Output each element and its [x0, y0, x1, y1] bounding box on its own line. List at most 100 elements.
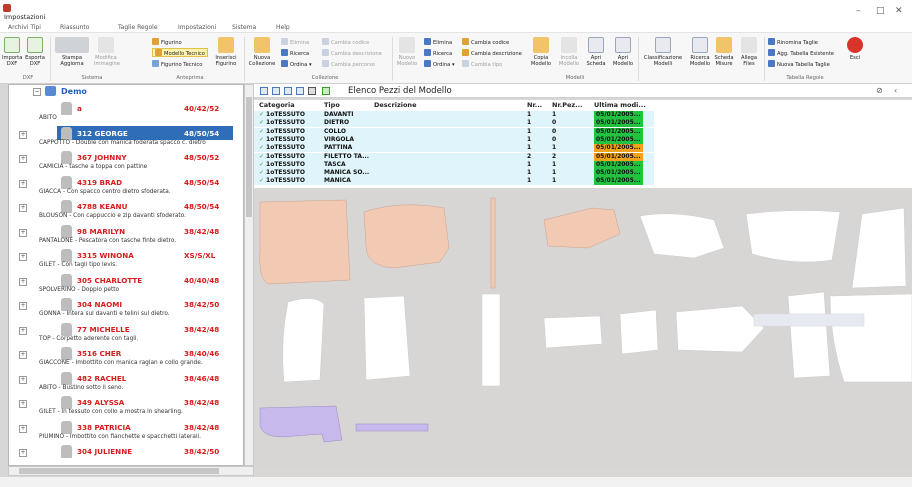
open-sheet-button[interactable]: Apri Scheda	[585, 37, 607, 67]
list-icon[interactable]	[284, 87, 292, 95]
column-header[interactable]: Tipo	[324, 101, 340, 109]
scroll-thumb[interactable]	[19, 468, 219, 474]
paste-model-button[interactable]: Incolla Modello	[556, 37, 582, 67]
column-header[interactable]: Ultima modi...	[594, 101, 646, 109]
change-collection-code-button[interactable]: Cambia codice	[322, 38, 369, 47]
collapse-toggle[interactable]: −	[33, 88, 41, 96]
table-row[interactable]: ✓ 1oTESSUTO DAVANTI 1 1 05/01/2005...	[254, 111, 654, 119]
maximize-button[interactable]: □	[876, 6, 885, 16]
model-tree[interactable]: − Demo a 40/42/52 ABITO +312 GEORGE 48/50/54…	[8, 84, 244, 466]
expand-toggle[interactable]: +	[19, 253, 27, 261]
modello-tecnico-button[interactable]: Modello Tecnico	[152, 48, 208, 57]
tree-item[interactable]: a 40/42/52 ABITO	[9, 101, 243, 124]
table-row[interactable]: ✓ 1oTESSUTO DIETRO 1 0 05/01/2005...	[254, 119, 654, 128]
figurino-tecnico-button[interactable]: Figurino Tecnico	[152, 60, 202, 69]
change-type-button[interactable]: Cambia tipo	[462, 60, 502, 69]
export-dxf-button[interactable]: Esporta DXF	[24, 37, 46, 67]
minimize-button[interactable]: –	[856, 6, 861, 16]
figurino-button[interactable]: Figurino	[152, 38, 182, 47]
expand-toggle[interactable]: +	[19, 130, 27, 139]
close-window-button[interactable]: ✕	[895, 6, 903, 16]
delete-model-button[interactable]: Elimina	[424, 38, 452, 47]
delete-collection-button[interactable]: Elimina	[281, 38, 309, 47]
new-collection-button[interactable]: Nuova Collezione	[247, 37, 277, 67]
table-icon[interactable]	[296, 87, 304, 95]
table-row[interactable]: ✓ 1oTESSUTO MANICA SO... 1 1 05/01/2005...	[254, 169, 654, 178]
expand-toggle[interactable]: +	[19, 179, 27, 188]
expand-toggle[interactable]: +	[19, 375, 27, 384]
modify-image-button[interactable]: Modifica Immagine	[94, 37, 120, 67]
tab-archivi[interactable]: Archivi Tipi	[8, 24, 41, 32]
export-icon[interactable]	[322, 87, 330, 95]
print-icon[interactable]	[308, 87, 316, 95]
search-collection-button[interactable]: Ricerca	[281, 49, 309, 58]
tab-impostazioni[interactable]: Impostazioni	[178, 24, 216, 32]
column-header[interactable]: Nr...	[527, 101, 542, 109]
expand-toggle[interactable]: +	[19, 302, 27, 310]
more-icon[interactable]: ‹	[894, 86, 897, 95]
change-collection-desc-button[interactable]: Cambia descrizione	[322, 49, 382, 58]
import-dxf-button[interactable]: Importa DXF	[2, 37, 22, 67]
expand-toggle[interactable]: +	[19, 326, 27, 335]
tree-item[interactable]: +4319 BRAD 48/50/54 GIACCA - Con spacco ce…	[9, 175, 243, 198]
expand-toggle[interactable]: +	[19, 277, 27, 286]
open-model-button[interactable]: Apri Modello	[612, 37, 634, 67]
change-model-desc-button[interactable]: Cambia descrizione	[462, 49, 522, 58]
column-header[interactable]: Descrizione	[374, 101, 416, 109]
copy-model-button[interactable]: Copia Modello	[528, 37, 554, 67]
tree-item[interactable]: +482 RACHEL 38/46/48 ABITO - Bustino sotto…	[9, 371, 243, 394]
quick-access-settings[interactable]: Impostazioni	[4, 13, 45, 21]
scroll-thumb[interactable]	[246, 97, 252, 217]
attach-files-button[interactable]: Allega Files	[738, 37, 760, 67]
search-model-small-button[interactable]: Ricerca	[424, 49, 452, 58]
tree-vertical-scrollbar[interactable]	[244, 84, 254, 466]
pattern-canvas[interactable]	[254, 190, 912, 468]
grid-icon[interactable]	[272, 87, 280, 95]
new-size-table-button[interactable]: Nuova Tabella Taglie	[768, 60, 830, 69]
size-chart-button[interactable]: Scheda Misure	[714, 37, 734, 67]
sort-collection-button[interactable]: Ordina ▾	[281, 60, 312, 69]
search-model-button[interactable]: Ricerca Modello	[688, 37, 712, 67]
column-header[interactable]: Categoria	[259, 101, 295, 109]
tree-item[interactable]: +304 NAOMI 38/42/50 GONNA - Intera sul dav…	[9, 297, 243, 320]
expand-toggle[interactable]: +	[19, 204, 27, 212]
tree-item[interactable]: +98 MARILYN 38/42/48 PANTALONE - Pescatora…	[9, 224, 243, 247]
tree-item[interactable]: +312 GEORGE 48/50/54 CAPPOTTO - Double con…	[9, 125, 243, 149]
column-header[interactable]: Nr.Pez...	[552, 101, 583, 109]
tree-item[interactable]: +305 CHARLOTTE 40/40/48 SPOLVERINO - Doppi…	[9, 273, 243, 296]
table-row[interactable]: ✓ 1oTESSUTO MANICA 1 1 05/01/2005...	[254, 177, 654, 186]
tree-item[interactable]: +4788 KEANU 48/50/54 BLOUSON - Con cappucc…	[9, 199, 243, 222]
tree-item[interactable]: +338 PATRICIA 38/42/48 PIUMINO - Imbottito…	[9, 420, 243, 443]
table-row[interactable]: ✓ 1oTESSUTO PATTINA 1 1 05/01/2005...	[254, 144, 654, 153]
update-table-button[interactable]: Agg. Tabella Esistente	[768, 49, 834, 58]
tree-item[interactable]: +3315 WINONA XS/S/XL GILET - Con tagli tip…	[9, 248, 243, 271]
expand-toggle[interactable]: +	[19, 449, 27, 457]
tab-riassunto[interactable]: Riassunto	[60, 24, 89, 32]
tree-horizontal-scrollbar[interactable]	[8, 466, 254, 476]
expand-toggle[interactable]: +	[19, 155, 27, 163]
pin-icon[interactable]: ⊘	[876, 86, 883, 95]
change-model-code-button[interactable]: Cambia codice	[462, 38, 509, 47]
change-path-button[interactable]: Cambia percorso	[322, 60, 375, 69]
expand-toggle[interactable]: +	[19, 400, 27, 408]
rename-sizes-button[interactable]: Rinomina Taglie	[768, 38, 818, 47]
exit-button[interactable]: Esci	[846, 37, 864, 61]
expand-toggle[interactable]: +	[19, 351, 27, 359]
tree-item[interactable]: +304 JULIENNE 38/42/50	[9, 444, 243, 465]
tree-item[interactable]: +3516 CHER 38/40/46 GIACCONE - Imbottito c…	[9, 346, 243, 369]
tree-root[interactable]: − Demo	[9, 85, 243, 99]
table-row[interactable]: ✓ 1oTESSUTO FILETTO TA... 2 2 05/01/2005...	[254, 152, 654, 161]
expand-toggle[interactable]: +	[19, 424, 27, 433]
tree-item[interactable]: +367 JOHNNY 48/50/52 CAMICIA - tasche a to…	[9, 150, 243, 173]
insert-figurino-button[interactable]: Inserisci Figurino	[214, 37, 238, 67]
tree-item[interactable]: +349 ALYSSA 38/42/48 GILET - In tessuto co…	[9, 395, 243, 418]
table-row[interactable]: ✓ 1oTESSUTO COLLO 1 0 05/01/2005...	[254, 127, 654, 136]
print-update-button[interactable]: Stampa Aggiorna	[52, 37, 92, 67]
table-row[interactable]: ✓ 1oTESSUTO VIRGOLA 1 0 05/01/2005...	[254, 135, 654, 144]
tab-taglie[interactable]: Taglie Regole	[118, 24, 158, 32]
view-icon[interactable]	[260, 87, 268, 95]
sort-model-button[interactable]: Ordina ▾	[424, 60, 455, 69]
classify-models-button[interactable]: Classificazione Modelli	[640, 37, 686, 67]
table-row[interactable]: ✓ 1oTESSUTO TASCA 1 1 05/01/2005...	[254, 160, 654, 169]
tree-item[interactable]: +77 MICHELLE 38/42/48 TOP - Corpetto adere…	[9, 322, 243, 345]
